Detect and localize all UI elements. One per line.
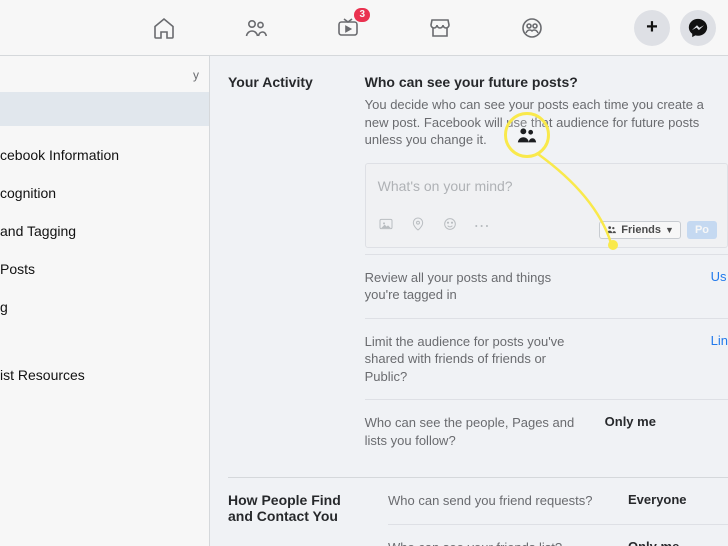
sidebar-item[interactable]: ist Resources: [0, 356, 209, 394]
future-posts-title: Who can see your future posts?: [365, 74, 728, 90]
setting-question: Who can send you friend requests?: [388, 492, 608, 510]
watch-badge: 3: [354, 8, 370, 22]
audience-selector[interactable]: Friends ▼: [599, 221, 681, 239]
section-label: Your Activity: [228, 74, 345, 463]
friends-icon[interactable]: [242, 14, 270, 42]
setting-question: Review all your posts and things you're …: [365, 269, 585, 304]
post-button[interactable]: Po: [687, 221, 717, 239]
section-contact: How People Find and Contact You Who can …: [228, 478, 728, 546]
sidebar-item-label: cognition: [0, 185, 56, 201]
top-nav-center: 3: [150, 14, 546, 42]
section-your-activity: Your Activity Who can see your future po…: [228, 74, 728, 478]
sidebar-item-label: cebook Information: [0, 147, 119, 163]
sidebar-item[interactable]: [0, 92, 209, 126]
setting-value: Only me: [628, 539, 714, 546]
future-posts-desc: You decide who can see your posts each t…: [365, 96, 705, 149]
sidebar-item[interactable]: cognition: [0, 174, 209, 212]
groups-icon[interactable]: [518, 14, 546, 42]
setting-row[interactable]: Limit the audience for posts you've shar…: [365, 318, 728, 400]
sidebar-header-fragment: y: [0, 62, 209, 92]
setting-value: Everyone: [628, 492, 714, 507]
chevron-down-icon: ▼: [665, 225, 674, 235]
sidebar-item[interactable]: cebook Information: [0, 136, 209, 174]
sidebar-item-label: and Tagging: [0, 223, 76, 239]
sidebar-item-label: g: [0, 299, 8, 315]
setting-question: Who can see your friends list?: [388, 539, 608, 546]
setting-question: Who can see the people, Pages and lists …: [365, 414, 585, 449]
setting-question: Limit the audience for posts you've shar…: [365, 333, 585, 386]
tag-icon[interactable]: [410, 216, 426, 237]
more-icon[interactable]: ⋯: [474, 216, 490, 236]
setting-row[interactable]: Who can see your friends list? Only me: [388, 524, 728, 546]
watch-icon[interactable]: 3: [334, 14, 362, 42]
sidebar-item-label: Posts: [0, 261, 35, 277]
section-label: How People Find and Contact You: [228, 492, 368, 546]
create-button[interactable]: +: [634, 10, 670, 46]
photo-icon[interactable]: [378, 216, 394, 237]
messenger-button[interactable]: [680, 10, 716, 46]
main-content: Your Activity Who can see your future po…: [210, 56, 728, 546]
sidebar-item[interactable]: and Tagging: [0, 212, 209, 250]
sidebar-item-label: ist Resources: [0, 367, 85, 383]
feeling-icon[interactable]: [442, 216, 458, 237]
top-nav: 3 +: [0, 0, 728, 56]
sidebar-item[interactable]: g: [0, 288, 209, 326]
sidebar-item[interactable]: Posts: [0, 250, 209, 288]
setting-value: Only me: [605, 414, 691, 429]
audience-label: Friends: [621, 224, 661, 236]
layout: y cebook Information cognition and Taggi…: [0, 56, 728, 546]
setting-row[interactable]: Review all your posts and things you're …: [365, 254, 728, 318]
home-icon[interactable]: [150, 14, 178, 42]
settings-sidebar: y cebook Information cognition and Taggi…: [0, 56, 210, 546]
setting-row[interactable]: Who can see the people, Pages and lists …: [365, 399, 728, 463]
marketplace-icon[interactable]: [426, 14, 454, 42]
composer-placeholder[interactable]: What's on your mind?: [378, 178, 715, 194]
setting-action-link[interactable]: Lin: [711, 333, 728, 348]
setting-row[interactable]: Who can send you friend requests? Everyo…: [388, 492, 728, 524]
composer-preview: What's on your mind? ⋯: [365, 163, 728, 248]
setting-action-link[interactable]: Us: [711, 269, 727, 284]
top-nav-right: +: [634, 10, 716, 46]
